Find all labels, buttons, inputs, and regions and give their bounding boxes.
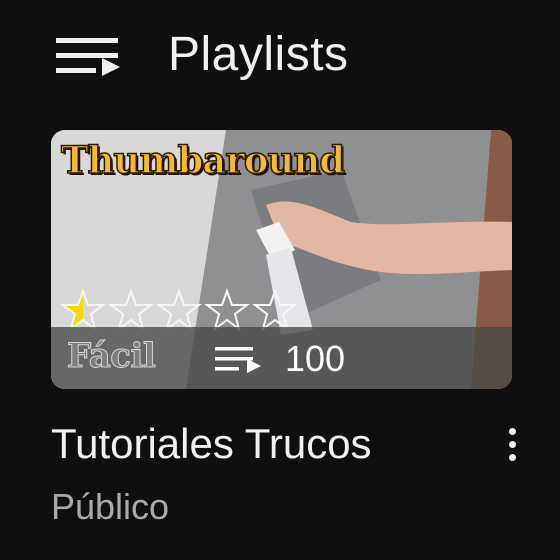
- header: Playlists: [0, 18, 560, 92]
- playlist-play-icon: [215, 347, 261, 373]
- star-empty-icon: [156, 288, 202, 332]
- more-vertical-icon-dot: [508, 453, 516, 461]
- video-count-label: 100: [285, 338, 346, 379]
- privacy-status: Público: [51, 486, 170, 527]
- difficulty-rating: [59, 288, 299, 332]
- video-count: 100: [215, 339, 345, 379]
- more-vertical-icon-dot: [508, 440, 516, 448]
- playlist-icon: [56, 38, 120, 76]
- playlist-thumbnail[interactable]: Thumbaround Fácil 100: [51, 130, 512, 389]
- star-empty-icon: [252, 288, 298, 332]
- playlist-title[interactable]: Tutoriales Trucos: [51, 416, 372, 472]
- screen: Playlists Thumbaround Fácil 100 Tutorial…: [0, 0, 560, 560]
- page-title: Playlists: [168, 28, 349, 81]
- thumbnail-overlay: Fácil 100: [51, 327, 512, 389]
- level-badge: Fácil: [66, 336, 156, 377]
- thumbnail-watermark: Thumbaround: [60, 137, 346, 183]
- star-half-icon: [60, 288, 106, 332]
- star-empty-icon: [108, 288, 154, 332]
- star-empty-icon: [204, 288, 250, 332]
- more-vertical-icon: [508, 427, 516, 435]
- more-options-button[interactable]: [492, 420, 532, 468]
